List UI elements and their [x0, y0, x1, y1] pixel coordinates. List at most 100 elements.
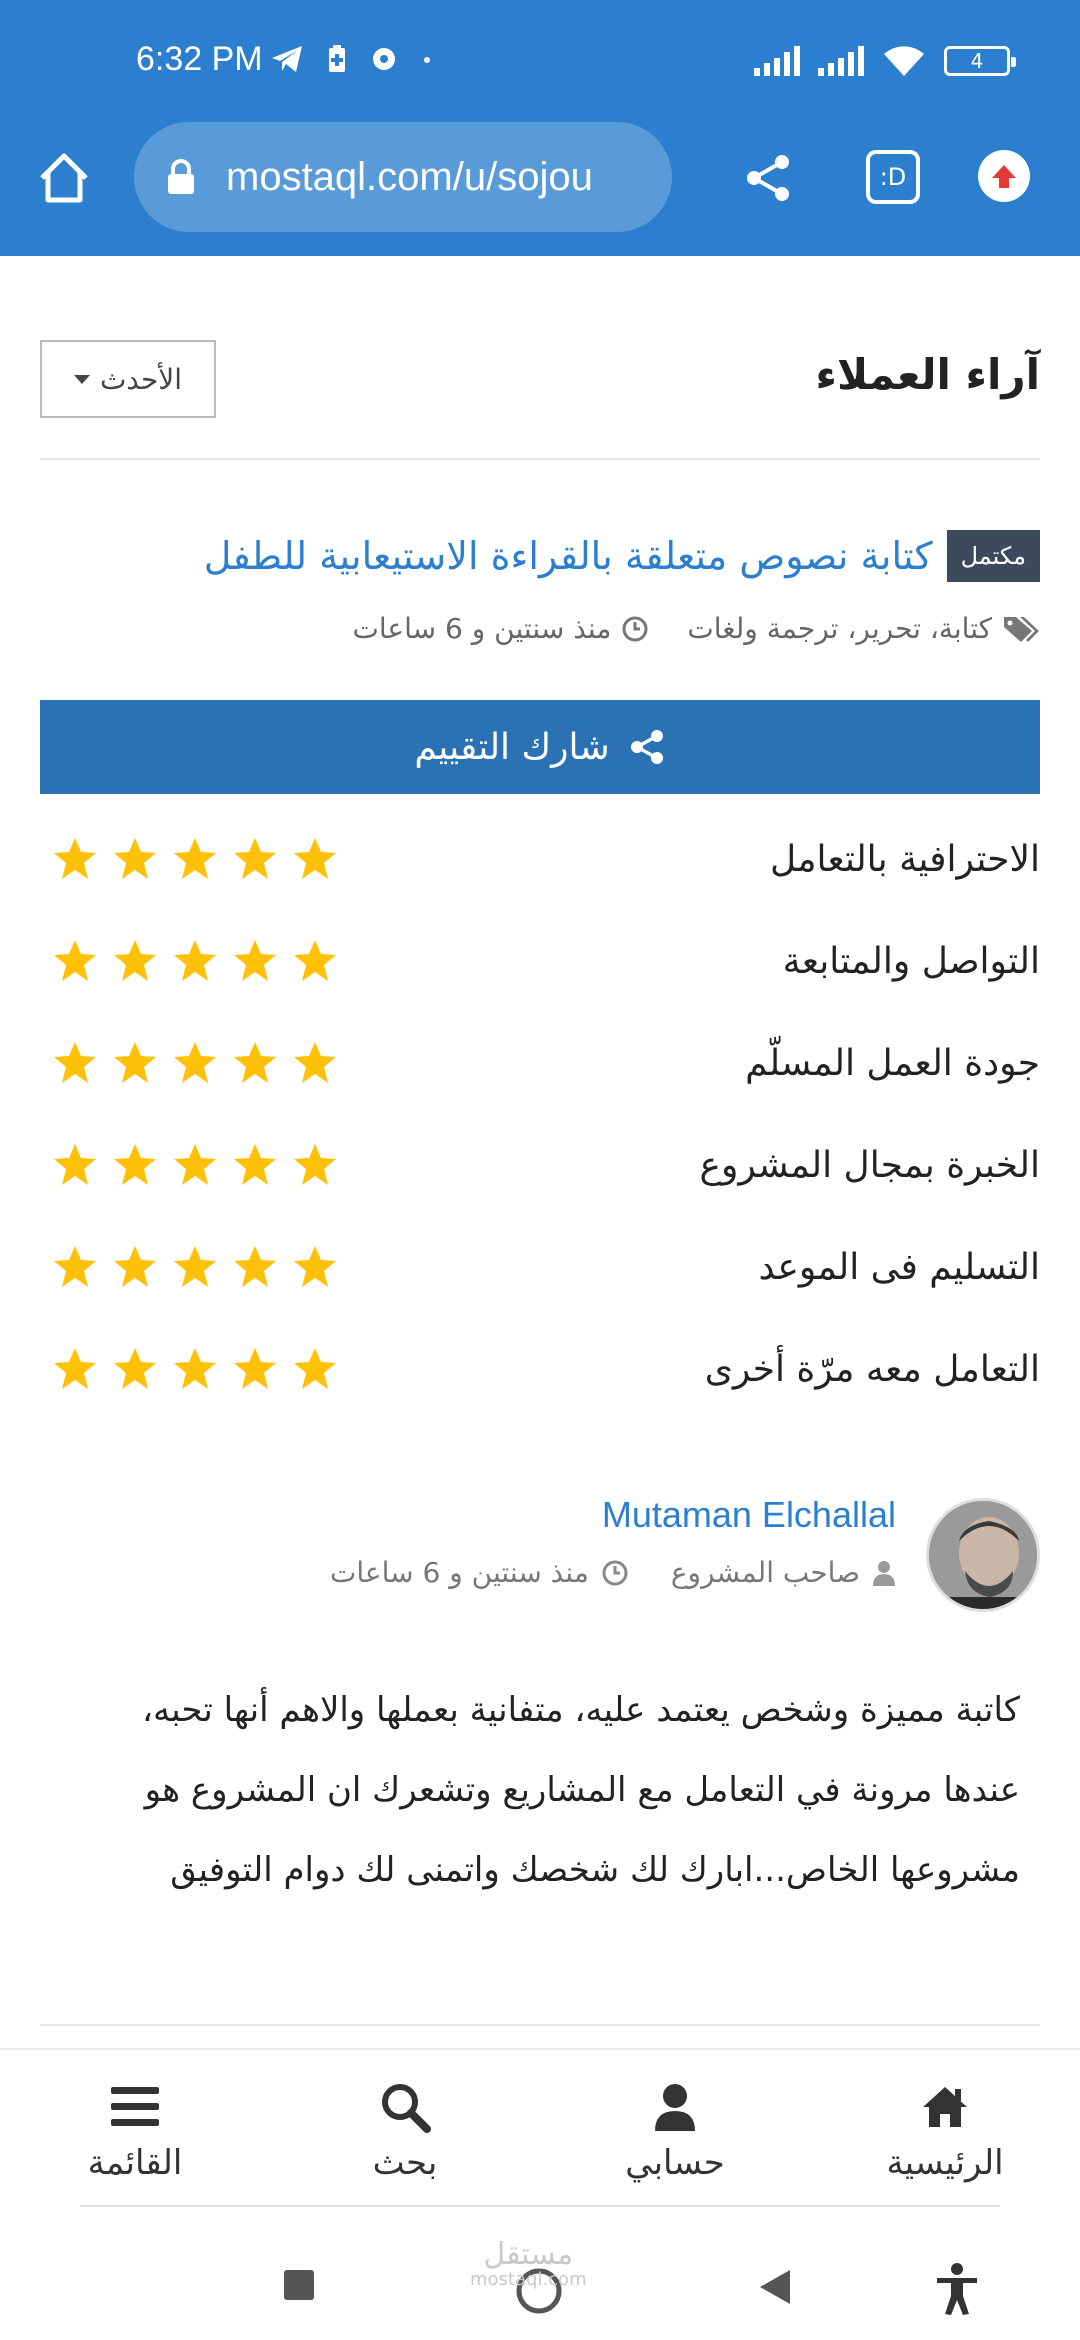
project-time: منذ سنتين و 6 ساعات: [352, 612, 612, 645]
rating-row: جودة العمل المسلّم: [40, 1012, 1040, 1114]
rating-row: التعامل معه مرّة أخرى: [40, 1318, 1040, 1420]
ratings-list: الاحترافية بالتعامل التواصل والمتابعة جو…: [40, 808, 1040, 1420]
rating-label: التسليم فى الموعد: [758, 1246, 1040, 1288]
nav-home-label: الرئيسية: [886, 2143, 1004, 2183]
watermark-sub: mostaql.com: [470, 2269, 587, 2290]
nav-search[interactable]: بحث: [270, 2050, 540, 2212]
star-icon: [174, 1348, 216, 1389]
dot-icon: [424, 57, 430, 63]
share-rating-label: شارك التقييم: [414, 726, 610, 768]
avatar[interactable]: [926, 1498, 1040, 1612]
rating-label: التواصل والمتابعة: [782, 940, 1040, 982]
star-icon: [114, 1348, 156, 1389]
star-icon: [54, 1144, 96, 1185]
star-icon: [114, 838, 156, 879]
home-icon: [923, 2087, 967, 2127]
sort-label: الأحدث: [99, 362, 183, 396]
avatar-photo: [929, 1501, 1037, 1609]
share-icon[interactable]: [740, 150, 796, 206]
battery-level: 4: [970, 49, 984, 73]
project-tags[interactable]: كتابة، تحرير، ترجمة ولغات: [687, 612, 992, 645]
bottom-navigation: الرئيسية حسابي بحث القائمة: [0, 2048, 1080, 2212]
sort-dropdown[interactable]: الأحدث: [40, 340, 216, 418]
nav-divider: [80, 2205, 1000, 2207]
rating-label: الخبرة بمجال المشروع: [699, 1144, 1040, 1186]
status-badge: مكتمل: [946, 530, 1040, 582]
star-icon: [174, 1144, 216, 1185]
status-bar: 6:32 PM 4: [0, 0, 1080, 122]
reviewer-meta: صاحب المشروع منذ سنتين و 6 ساعات: [330, 1556, 896, 1589]
rating-row: الخبرة بمجال المشروع: [40, 1114, 1040, 1216]
star-icon: [174, 1042, 216, 1083]
url-text: mostaql.com/u/sojou: [226, 154, 593, 199]
tabs-button[interactable]: :D: [866, 150, 920, 204]
rating-label: التعامل معه مرّة أخرى: [704, 1348, 1040, 1390]
nav-menu-label: القائمة: [87, 2143, 183, 2183]
back-triangle-icon[interactable]: [758, 2268, 792, 2306]
watermark-text: مستقل: [483, 2237, 574, 2272]
status-right: 4: [754, 44, 1016, 78]
telegram-icon: [272, 46, 302, 72]
update-button[interactable]: [978, 150, 1030, 202]
wifi-icon: [884, 46, 924, 76]
star-icon: [294, 940, 336, 981]
url-bar[interactable]: mostaql.com/u/sojou: [134, 122, 672, 232]
star-icon: [234, 1246, 276, 1287]
user-icon: [873, 1560, 895, 1586]
star-icon: [234, 940, 276, 981]
user-icon: [655, 2084, 695, 2131]
star-rating: [40, 1040, 338, 1086]
menu-icon: [111, 2087, 159, 2126]
arrow-up-icon: [992, 165, 1016, 188]
star-icon: [114, 1144, 156, 1185]
nav-account-label: حسابي: [625, 2143, 725, 2183]
status-time: 6:32 PM: [136, 40, 263, 78]
search-icon: [382, 2084, 431, 2133]
star-icon: [54, 1042, 96, 1083]
rating-row: التواصل والمتابعة: [40, 910, 1040, 1012]
tags-icon: [1004, 616, 1039, 642]
star-icon: [114, 1042, 156, 1083]
reviews-header: آراء العملاء الأحدث: [40, 340, 1040, 460]
rating-label: جودة العمل المسلّم: [745, 1042, 1040, 1084]
signal-icon-2: [818, 46, 864, 76]
nav-menu[interactable]: القائمة: [0, 2050, 270, 2212]
star-icon: [174, 940, 216, 981]
notification-icons: [270, 44, 432, 74]
star-icon: [294, 1042, 336, 1083]
app-notification-icon: [373, 48, 395, 70]
star-icon: [234, 1144, 276, 1185]
star-rating: [40, 938, 338, 984]
review-text: كاتبة مميزة وشخص يعتمد عليه، متفانية بعم…: [141, 1690, 1020, 1890]
recents-square-icon[interactable]: [282, 2268, 316, 2302]
reviewer-name[interactable]: Mutaman Elchallal: [602, 1494, 896, 1536]
lock-icon: [168, 159, 194, 194]
share-rating-button[interactable]: شارك التقييم: [40, 700, 1040, 794]
reviewer-role: صاحب المشروع: [670, 1556, 860, 1589]
tabs-label: :D: [879, 163, 907, 191]
star-icon: [294, 1144, 336, 1185]
accessibility-icon[interactable]: [934, 2262, 980, 2316]
review-time: منذ سنتين و 6 ساعات: [330, 1556, 589, 1589]
nav-search-label: بحث: [372, 2143, 438, 2183]
nav-account[interactable]: حسابي: [540, 2050, 810, 2212]
nav-home[interactable]: الرئيسية: [810, 2050, 1080, 2212]
caret-down-icon: [73, 374, 90, 384]
project-meta: كتابة، تحرير، ترجمة ولغات منذ سنتين و 6 …: [353, 612, 1040, 645]
star-icon: [174, 838, 216, 879]
star-icon: [54, 940, 96, 981]
star-icon: [234, 1042, 276, 1083]
home-icon[interactable]: [34, 148, 94, 208]
star-icon: [294, 1246, 336, 1287]
share-icon: [630, 730, 663, 764]
clock-icon: [622, 616, 648, 641]
star-rating: [40, 836, 338, 882]
watermark-logo: مستقل mostaql.com: [470, 2240, 587, 2290]
project-link[interactable]: كتابة نصوص متعلقة بالقراءة الاستيعابية ل…: [204, 534, 933, 578]
star-icon: [234, 838, 276, 879]
star-icon: [294, 1348, 336, 1389]
rating-row: التسليم فى الموعد: [40, 1216, 1040, 1318]
clock-icon: [602, 1560, 628, 1585]
battery-icon: 4: [944, 46, 1016, 76]
star-icon: [54, 1246, 96, 1287]
